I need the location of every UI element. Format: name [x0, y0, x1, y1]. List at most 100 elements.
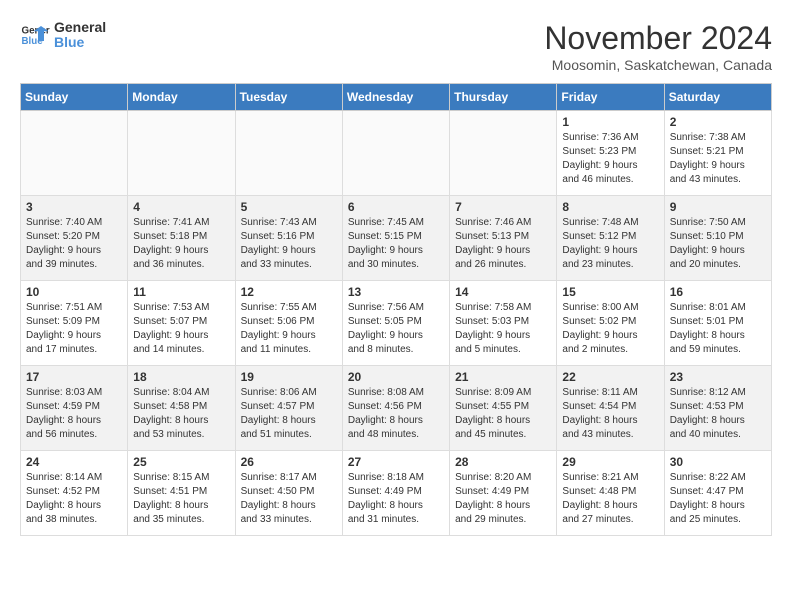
- col-header-saturday: Saturday: [664, 84, 771, 111]
- day-cell: 14 Sunrise: 7:58 AM Sunset: 5:03 PM Dayli…: [450, 281, 557, 366]
- day-number: 26: [241, 455, 337, 469]
- day-info: Sunrise: 7:36 AM Sunset: 5:23 PM Dayligh…: [562, 131, 658, 187]
- day-cell: 8 Sunrise: 7:48 AM Sunset: 5:12 PM Daylig…: [557, 196, 664, 281]
- day-info: Sunrise: 7:50 AM Sunset: 5:10 PM Dayligh…: [670, 216, 766, 272]
- week-row-5: 24Sunrise: 8:14 AM Sunset: 4:52 PM Dayli…: [21, 451, 772, 536]
- day-cell: 21Sunrise: 8:09 AM Sunset: 4:55 PM Dayli…: [450, 366, 557, 451]
- day-cell: 1 Sunrise: 7:36 AM Sunset: 5:23 PM Daylig…: [557, 111, 664, 196]
- day-info: Sunrise: 8:17 AM Sunset: 4:50 PM Dayligh…: [241, 471, 337, 527]
- day-cell: 23 Sunrise: 8:12 AM Sunset: 4:53 PM Dayli…: [664, 366, 771, 451]
- day-number: 8: [562, 200, 658, 214]
- col-header-friday: Friday: [557, 84, 664, 111]
- month-title: November 2024: [544, 20, 772, 57]
- title-block: November 2024 Moosomin, Saskatchewan, Ca…: [544, 20, 772, 73]
- day-number: 11: [133, 285, 229, 299]
- day-info: Sunrise: 8:06 AM Sunset: 4:57 PM Dayligh…: [241, 386, 337, 442]
- day-number: 24: [26, 455, 122, 469]
- day-info: Sunrise: 8:04 AM Sunset: 4:58 PM Dayligh…: [133, 386, 229, 442]
- day-cell: 19 Sunrise: 8:06 AM Sunset: 4:57 PM Dayli…: [235, 366, 342, 451]
- day-info: Sunrise: 7:45 AM Sunset: 5:15 PM Dayligh…: [348, 216, 444, 272]
- day-info: Sunrise: 7:41 AM Sunset: 5:18 PM Dayligh…: [133, 216, 229, 272]
- day-cell: [128, 111, 235, 196]
- day-number: 9: [670, 200, 766, 214]
- day-cell: 25 Sunrise: 8:15 AM Sunset: 4:51 PM Dayli…: [128, 451, 235, 536]
- day-info: Sunrise: 7:43 AM Sunset: 5:16 PM Dayligh…: [241, 216, 337, 272]
- day-number: 2: [670, 115, 766, 129]
- day-cell: 30 Sunrise: 8:22 AM Sunset: 4:47 PM Dayli…: [664, 451, 771, 536]
- day-number: 28: [455, 455, 551, 469]
- day-cell: 10Sunrise: 7:51 AM Sunset: 5:09 PM Dayli…: [21, 281, 128, 366]
- day-number: 17: [26, 370, 122, 384]
- day-number: 29: [562, 455, 658, 469]
- day-number: 18: [133, 370, 229, 384]
- day-cell: 18 Sunrise: 8:04 AM Sunset: 4:58 PM Dayli…: [128, 366, 235, 451]
- logo-icon: General Blue: [20, 20, 50, 50]
- day-number: 1: [562, 115, 658, 129]
- location: Moosomin, Saskatchewan, Canada: [544, 57, 772, 73]
- logo-line2: Blue: [54, 35, 106, 50]
- day-number: 25: [133, 455, 229, 469]
- day-info: Sunrise: 8:22 AM Sunset: 4:47 PM Dayligh…: [670, 471, 766, 527]
- day-number: 23: [670, 370, 766, 384]
- day-number: 30: [670, 455, 766, 469]
- day-number: 4: [133, 200, 229, 214]
- day-cell: 29 Sunrise: 8:21 AM Sunset: 4:48 PM Dayli…: [557, 451, 664, 536]
- day-cell: 24Sunrise: 8:14 AM Sunset: 4:52 PM Dayli…: [21, 451, 128, 536]
- day-info: Sunrise: 8:15 AM Sunset: 4:51 PM Dayligh…: [133, 471, 229, 527]
- day-info: Sunrise: 7:55 AM Sunset: 5:06 PM Dayligh…: [241, 301, 337, 357]
- week-row-1: 1 Sunrise: 7:36 AM Sunset: 5:23 PM Daylig…: [21, 111, 772, 196]
- day-number: 16: [670, 285, 766, 299]
- col-header-monday: Monday: [128, 84, 235, 111]
- day-number: 27: [348, 455, 444, 469]
- day-info: Sunrise: 7:48 AM Sunset: 5:12 PM Dayligh…: [562, 216, 658, 272]
- day-info: Sunrise: 7:38 AM Sunset: 5:21 PM Dayligh…: [670, 131, 766, 187]
- day-info: Sunrise: 8:09 AM Sunset: 4:55 PM Dayligh…: [455, 386, 551, 442]
- day-number: 3: [26, 200, 122, 214]
- day-cell: 6 Sunrise: 7:45 AM Sunset: 5:15 PM Daylig…: [342, 196, 449, 281]
- day-cell: 17Sunrise: 8:03 AM Sunset: 4:59 PM Dayli…: [21, 366, 128, 451]
- day-cell: [342, 111, 449, 196]
- col-header-wednesday: Wednesday: [342, 84, 449, 111]
- day-cell: 13Sunrise: 7:56 AM Sunset: 5:05 PM Dayli…: [342, 281, 449, 366]
- day-info: Sunrise: 8:11 AM Sunset: 4:54 PM Dayligh…: [562, 386, 658, 442]
- day-cell: 12 Sunrise: 7:55 AM Sunset: 5:06 PM Dayli…: [235, 281, 342, 366]
- day-cell: [21, 111, 128, 196]
- day-number: 12: [241, 285, 337, 299]
- week-row-2: 3Sunrise: 7:40 AM Sunset: 5:20 PM Daylig…: [21, 196, 772, 281]
- day-number: 10: [26, 285, 122, 299]
- day-info: Sunrise: 8:08 AM Sunset: 4:56 PM Dayligh…: [348, 386, 444, 442]
- day-info: Sunrise: 8:21 AM Sunset: 4:48 PM Dayligh…: [562, 471, 658, 527]
- col-header-tuesday: Tuesday: [235, 84, 342, 111]
- day-info: Sunrise: 8:01 AM Sunset: 5:01 PM Dayligh…: [670, 301, 766, 357]
- day-number: 19: [241, 370, 337, 384]
- day-number: 7: [455, 200, 551, 214]
- logo-line1: General: [54, 20, 106, 35]
- day-cell: 5 Sunrise: 7:43 AM Sunset: 5:16 PM Daylig…: [235, 196, 342, 281]
- day-cell: 7Sunrise: 7:46 AM Sunset: 5:13 PM Daylig…: [450, 196, 557, 281]
- day-number: 5: [241, 200, 337, 214]
- day-info: Sunrise: 7:58 AM Sunset: 5:03 PM Dayligh…: [455, 301, 551, 357]
- day-number: 22: [562, 370, 658, 384]
- day-number: 15: [562, 285, 658, 299]
- day-number: 6: [348, 200, 444, 214]
- day-info: Sunrise: 8:20 AM Sunset: 4:49 PM Dayligh…: [455, 471, 551, 527]
- day-number: 20: [348, 370, 444, 384]
- day-cell: 11 Sunrise: 7:53 AM Sunset: 5:07 PM Dayli…: [128, 281, 235, 366]
- day-info: Sunrise: 7:53 AM Sunset: 5:07 PM Dayligh…: [133, 301, 229, 357]
- day-cell: 3Sunrise: 7:40 AM Sunset: 5:20 PM Daylig…: [21, 196, 128, 281]
- day-cell: 27 Sunrise: 8:18 AM Sunset: 4:49 PM Dayli…: [342, 451, 449, 536]
- day-info: Sunrise: 8:18 AM Sunset: 4:49 PM Dayligh…: [348, 471, 444, 527]
- header-row: SundayMondayTuesdayWednesdayThursdayFrid…: [21, 84, 772, 111]
- day-cell: 22 Sunrise: 8:11 AM Sunset: 4:54 PM Dayli…: [557, 366, 664, 451]
- day-cell: 26 Sunrise: 8:17 AM Sunset: 4:50 PM Dayli…: [235, 451, 342, 536]
- day-cell: 28 Sunrise: 8:20 AM Sunset: 4:49 PM Dayli…: [450, 451, 557, 536]
- logo: General Blue General Blue: [20, 20, 106, 51]
- day-cell: 2 Sunrise: 7:38 AM Sunset: 5:21 PM Daylig…: [664, 111, 771, 196]
- day-cell: [235, 111, 342, 196]
- col-header-thursday: Thursday: [450, 84, 557, 111]
- day-cell: 20 Sunrise: 8:08 AM Sunset: 4:56 PM Dayli…: [342, 366, 449, 451]
- day-number: 14: [455, 285, 551, 299]
- day-cell: 15Sunrise: 8:00 AM Sunset: 5:02 PM Dayli…: [557, 281, 664, 366]
- day-info: Sunrise: 8:12 AM Sunset: 4:53 PM Dayligh…: [670, 386, 766, 442]
- day-cell: 16 Sunrise: 8:01 AM Sunset: 5:01 PM Dayli…: [664, 281, 771, 366]
